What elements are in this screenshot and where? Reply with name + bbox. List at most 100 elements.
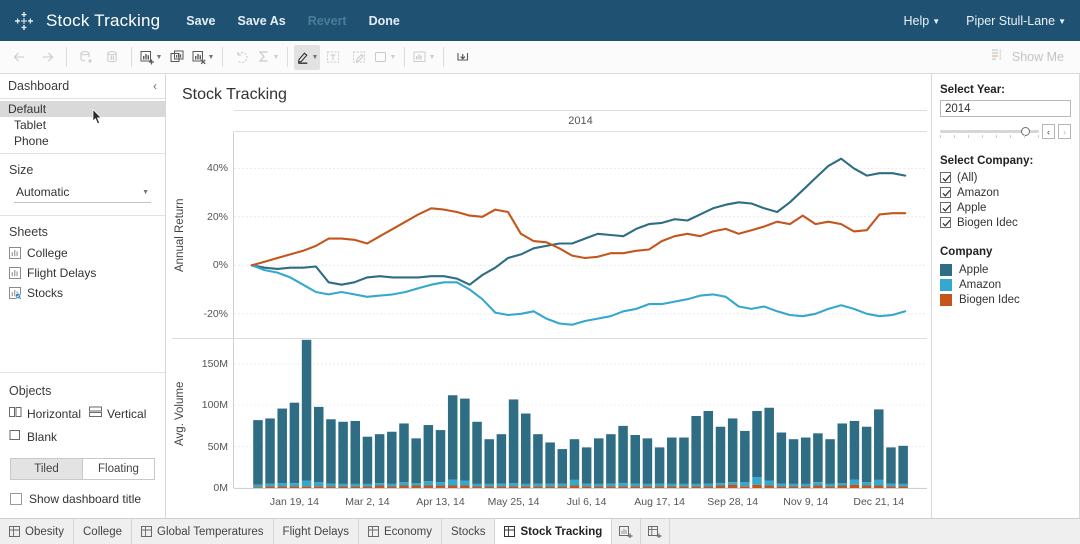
show-dashboard-title-checkbox[interactable]	[10, 493, 22, 505]
bar-chart-plot[interactable]	[234, 339, 927, 488]
vertical-container-icon	[89, 406, 103, 421]
chevron-down-icon: ▼	[311, 53, 319, 61]
x-axis-tick-label: Sep 28, 14	[707, 496, 759, 508]
sheet-item-college[interactable]: College	[0, 243, 165, 263]
done-button[interactable]: Done	[369, 14, 400, 28]
legend-color-swatch	[940, 293, 952, 306]
revert-button: Revert	[307, 13, 347, 28]
new-data-source-icon	[73, 45, 99, 70]
tab-label: Stocks	[450, 525, 486, 538]
y-axis-tick-label: 0M	[213, 482, 228, 494]
legend-item-biogen-idec[interactable]: Biogen Idec	[940, 292, 1071, 307]
x-axis-tick-label: Jul 6, 14	[566, 496, 607, 508]
object-label: Vertical	[107, 406, 147, 421]
x-axis-tick-label: Mar 2, 14	[345, 496, 390, 508]
show-dashboard-title-row[interactable]: Show dashboard title	[0, 488, 165, 514]
tab-global-temperatures[interactable]: Global Temperatures	[132, 519, 274, 544]
tab-obesity[interactable]: Obesity	[0, 519, 74, 544]
toolbar-separator	[404, 47, 405, 67]
back-arrow-icon	[8, 45, 34, 70]
sheet-label: Stocks	[27, 286, 64, 300]
size-value: Automatic	[16, 185, 70, 199]
sheet-item-flight-delays[interactable]: Flight Delays	[0, 263, 165, 283]
topbar-actions: Save Save As Revert Done	[186, 14, 400, 28]
sheet-tab-bar: Obesity College Global Temperatures Flig…	[0, 518, 1080, 544]
company-filter-apple[interactable]: Apple	[940, 200, 1071, 215]
year-prev-button[interactable]: ‹	[1042, 124, 1055, 139]
new-dashboard-button[interactable]	[641, 519, 671, 544]
duplicate-sheet-icon[interactable]	[164, 45, 190, 70]
container-icon: ▼	[372, 45, 398, 70]
object-vertical[interactable]: Vertical	[89, 404, 150, 423]
device-item-default[interactable]: Default	[0, 101, 165, 117]
company-filter-label: Biogen Idec	[957, 216, 1018, 229]
line-chart-plot[interactable]	[234, 132, 927, 338]
edit-icon	[346, 45, 372, 70]
tab-stock-tracking[interactable]: Stock Tracking	[495, 519, 613, 544]
tab-economy[interactable]: Economy	[359, 519, 442, 544]
year-slider[interactable]	[940, 126, 1039, 138]
pause-data-updates-icon	[99, 45, 125, 70]
legend-item-apple[interactable]: Apple	[940, 262, 1071, 277]
sheet-item-stocks[interactable]: Stocks	[0, 283, 165, 303]
company-filter-label: (All)	[957, 171, 978, 184]
year-filter-value: 2014	[945, 102, 971, 115]
show-me-label: Show Me	[1011, 50, 1064, 64]
save-button[interactable]: Save	[186, 14, 215, 28]
device-item-tablet[interactable]: Tablet	[0, 117, 165, 133]
chevron-down-icon: ▼	[272, 53, 280, 61]
y-axis-tick-label: 40%	[206, 162, 228, 175]
checkbox-checked-icon[interactable]	[940, 217, 951, 228]
help-menu[interactable]: Help ▼	[903, 14, 940, 28]
line-chart-y-axis-title: Annual Return	[174, 198, 186, 272]
top-bar: Stock Tracking Save Save As Revert Done …	[0, 0, 1080, 41]
toolbar-separator	[66, 47, 67, 67]
dashboard-title: Stock Tracking	[182, 86, 287, 103]
legend-item-amazon[interactable]: Amazon	[940, 277, 1071, 292]
object-label: Horizontal	[27, 406, 82, 421]
new-worksheet-button[interactable]	[612, 519, 642, 544]
tab-label: Economy	[384, 525, 432, 538]
year-next-button[interactable]: ›	[1058, 124, 1071, 139]
company-filter-all[interactable]: (All)	[940, 170, 1071, 185]
checkbox-checked-icon[interactable]	[940, 187, 951, 198]
y-axis-tick-label: 0%	[212, 259, 228, 272]
legend-label: Apple	[959, 263, 989, 276]
chevron-down-icon: ▼	[207, 53, 215, 61]
size-select[interactable]: Automatic ▼	[14, 183, 151, 203]
x-axis-tick-label: May 25, 14	[487, 496, 540, 508]
checkbox-checked-icon[interactable]	[940, 172, 951, 183]
chevron-down-icon: ▼	[932, 16, 941, 26]
layout-floating-button[interactable]: Floating	[82, 458, 155, 480]
user-menu[interactable]: Piper Stull-Lane ▼	[966, 14, 1066, 28]
layout-tiled-button[interactable]: Tiled	[10, 458, 82, 480]
chevron-left-icon[interactable]: ‹	[153, 79, 157, 93]
highlighter-icon[interactable]: ▼	[294, 44, 320, 70]
new-worksheet-icon[interactable]: ▼	[138, 45, 164, 70]
tab-stocks[interactable]: Stocks	[442, 519, 496, 544]
clear-sheet-icon[interactable]: ▼	[190, 45, 216, 70]
line-chart-plot-row: Annual Return 40% 20% 0% -20%	[172, 132, 927, 338]
toolbar: ▼ ▼ ▼ ▼ ▼ ▼ Show Me	[0, 41, 1080, 74]
tab-flight-delays[interactable]: Flight Delays	[274, 519, 360, 544]
year-filter-title: Select Year:	[940, 84, 1006, 96]
company-filter-amazon[interactable]: Amazon	[940, 185, 1071, 200]
save-as-button[interactable]: Save As	[238, 14, 286, 28]
tab-label: College	[83, 525, 122, 538]
size-label: Size	[9, 163, 34, 177]
year-filter-input[interactable]: 2014	[940, 100, 1071, 117]
y-axis-tick-label: 100M	[201, 399, 228, 412]
chevron-down-icon: ▼	[155, 53, 163, 61]
tab-college[interactable]: College	[74, 519, 132, 544]
company-filter-biogen-idec[interactable]: Biogen Idec	[940, 215, 1071, 230]
object-blank[interactable]: Blank	[9, 427, 61, 446]
main-body: Dashboard ‹ Default Tablet Phone Size Au…	[0, 74, 1080, 518]
object-horizontal[interactable]: Horizontal	[9, 404, 85, 423]
device-item-phone[interactable]: Phone	[0, 133, 165, 149]
company-filter-title: Select Company:	[940, 155, 1034, 167]
swap-rows-columns-icon	[229, 45, 255, 70]
checkbox-checked-icon[interactable]	[940, 202, 951, 213]
company-filter-label: Apple	[957, 201, 987, 214]
line-chart-y-axis: 40% 20% 0% -20%	[188, 132, 234, 338]
download-icon[interactable]	[450, 45, 476, 70]
